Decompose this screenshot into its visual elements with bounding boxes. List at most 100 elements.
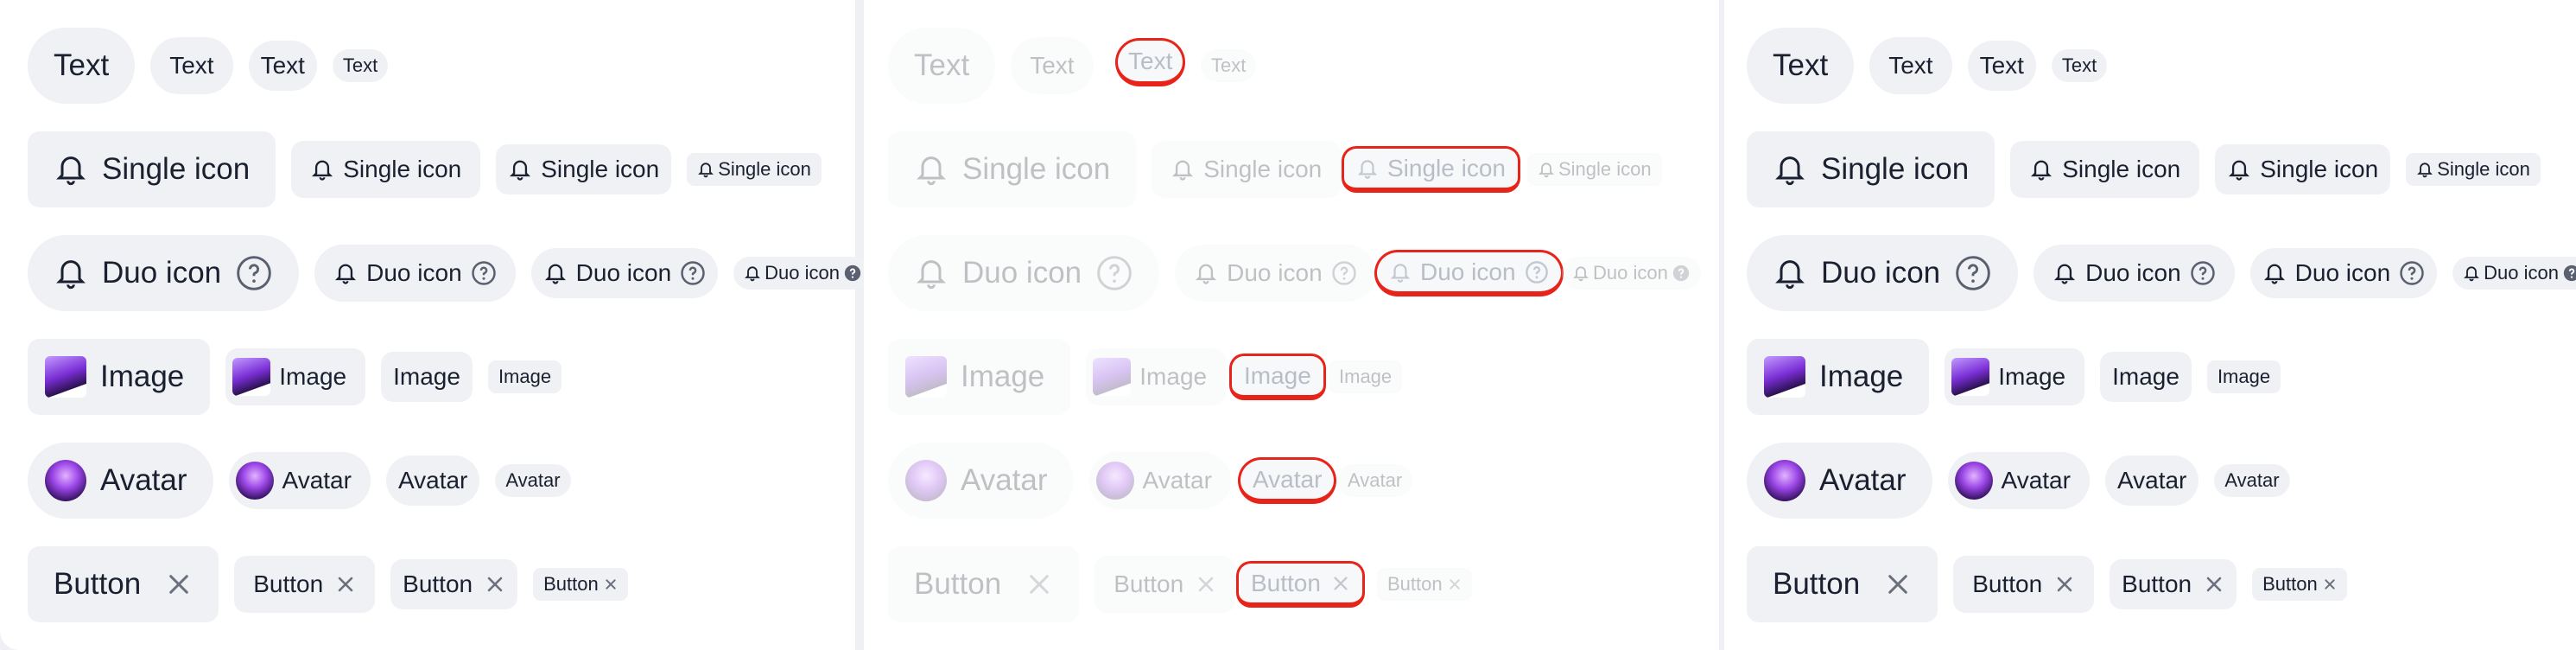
avatar-tag-s[interactable]: Avatar — [2214, 464, 2290, 497]
button-tag-xl[interactable]: Button — [1747, 546, 1938, 622]
tag-label: Duo icon — [765, 262, 841, 284]
duo-icon-tag-m-highlighted[interactable]: Duo icon — [1377, 252, 1561, 294]
button-tag-xl[interactable]: Button — [28, 546, 219, 622]
single-icon-tag-xl[interactable]: Single icon — [28, 131, 276, 207]
help-circle-icon[interactable] — [680, 260, 706, 286]
bell-icon — [2416, 160, 2433, 179]
avatar-tag-l[interactable]: Avatar — [1947, 452, 2090, 509]
help-circle-icon[interactable] — [235, 254, 273, 292]
text-tag-m[interactable]: Text — [1967, 41, 2036, 91]
text-tag-m[interactable]: Text — [248, 41, 317, 91]
duo-icon-tag-xl: Duo icon — [888, 235, 1160, 311]
help-circle-icon[interactable] — [1954, 254, 1992, 292]
tag-label: Single icon — [1821, 152, 1970, 186]
duo-icon-tag-l[interactable]: Duo icon — [314, 245, 516, 302]
avatar-tag-m[interactable]: Avatar — [2104, 456, 2199, 506]
duo-icon-tag-s[interactable]: Duo icon — [733, 257, 873, 290]
image-tag-l[interactable]: Image — [1945, 348, 2085, 405]
image-tag-m[interactable]: Image — [2100, 352, 2192, 402]
single-icon-tag-s[interactable]: Single icon — [2406, 153, 2541, 186]
tag-label: Avatar — [100, 463, 187, 497]
text-tag-m-highlighted[interactable]: Text — [1118, 41, 1183, 84]
image-tag-l[interactable]: Image — [225, 348, 366, 405]
text-tag-l[interactable]: Text — [150, 37, 233, 94]
avatar-tag-l[interactable]: Avatar — [228, 452, 371, 509]
tag-label: Duo icon — [2484, 262, 2560, 284]
single-icon-tag-l[interactable]: Single icon — [291, 141, 481, 198]
button-tag-m-highlighted[interactable]: Button — [1239, 564, 1362, 605]
avatar-tag-xl[interactable]: Avatar — [1747, 443, 1932, 519]
single-icon-tag-xl[interactable]: Single icon — [1747, 131, 1995, 207]
tag-label: Duo icon — [962, 256, 1082, 290]
tag-label: Image — [961, 360, 1045, 393]
button-tag-s[interactable]: Button — [2252, 568, 2347, 601]
button-tag-l[interactable]: Button — [234, 556, 376, 613]
button-tag-l[interactable]: Button — [1953, 556, 2095, 613]
single-icon-tag-m[interactable]: Single icon — [2215, 144, 2391, 194]
close-icon[interactable] — [604, 577, 618, 591]
single-icon-tag-l[interactable]: Single icon — [2010, 141, 2200, 198]
text-tag-xl[interactable]: Text — [28, 28, 136, 104]
tag-label: Single icon — [1387, 154, 1506, 182]
panel-default-copy: Text Text Text Text Single icon Single i… — [1724, 0, 2576, 650]
avatar-tag-m-highlighted[interactable]: Avatar — [1240, 460, 1335, 501]
text-tag-s[interactable]: Text — [2051, 49, 2108, 82]
help-circle-icon — [1331, 260, 1357, 286]
tag-label: Image — [100, 360, 185, 393]
close-icon[interactable] — [2054, 574, 2075, 595]
duo-icon-tag-s[interactable]: Duo icon — [2452, 257, 2576, 290]
image-tag-s: Image — [1329, 360, 1403, 393]
close-icon[interactable] — [2204, 574, 2224, 595]
duo-icon-tag-m[interactable]: Duo icon — [2249, 248, 2438, 298]
image-tag-xl: Image — [888, 339, 1071, 415]
close-icon[interactable] — [485, 574, 505, 595]
button-tag-m[interactable]: Button — [390, 559, 518, 609]
tag-label: Button — [1773, 567, 1861, 601]
help-circle-icon[interactable] — [2562, 264, 2576, 283]
image-tag-s[interactable]: Image — [2206, 360, 2281, 393]
avatar-tag-xl[interactable]: Avatar — [28, 443, 213, 519]
image-tag-s[interactable]: Image — [487, 360, 562, 393]
help-circle-icon[interactable] — [2399, 260, 2425, 286]
close-icon[interactable] — [1884, 570, 1912, 598]
image-tag-m[interactable]: Image — [381, 352, 473, 402]
close-icon[interactable] — [165, 570, 193, 598]
bell-icon — [508, 156, 532, 182]
help-circle-icon[interactable] — [2190, 260, 2216, 286]
close-icon[interactable] — [335, 574, 356, 595]
bell-icon — [914, 254, 949, 292]
tag-label: Duo icon — [2085, 259, 2181, 286]
tag-label: Duo icon — [1593, 262, 1668, 284]
help-circle-icon[interactable] — [1525, 260, 1549, 284]
duo-icon-tag-xl[interactable]: Duo icon — [28, 235, 300, 311]
duo-icon-tag-m[interactable]: Duo icon — [530, 248, 719, 298]
image-tag-m-highlighted[interactable]: Image — [1232, 356, 1323, 398]
text-tag-s[interactable]: Text — [332, 49, 389, 82]
duo-icon-tag-xl[interactable]: Duo icon — [1747, 235, 2019, 311]
tag-label: Duo icon — [1420, 258, 1516, 285]
duo-icon-tag-l[interactable]: Duo icon — [2034, 245, 2235, 302]
image-tag-xl[interactable]: Image — [28, 339, 211, 415]
close-icon[interactable] — [2323, 577, 2337, 591]
avatar — [905, 460, 947, 501]
help-circle-icon[interactable] — [843, 264, 862, 283]
thumbnail-image — [232, 358, 271, 396]
close-icon[interactable] — [1331, 574, 1350, 593]
image-tag-xl[interactable]: Image — [1747, 339, 1930, 415]
single-icon-tag-m[interactable]: Single icon — [496, 144, 672, 194]
bell-icon — [1538, 160, 1555, 179]
single-icon-tag-m-highlighted[interactable]: Single icon — [1344, 149, 1518, 190]
text-tag-xl[interactable]: Text — [1747, 28, 1855, 104]
single-icon-tag-s[interactable]: Single icon — [687, 153, 822, 186]
tag-label: Single icon — [343, 156, 462, 182]
tag-label: Avatar — [1142, 467, 1212, 494]
button-tag-s[interactable]: Button — [533, 568, 628, 601]
tag-label: Avatar — [961, 463, 1048, 497]
avatar-tag-s[interactable]: Avatar — [495, 464, 571, 497]
help-circle-icon[interactable] — [471, 260, 497, 286]
avatar-tag-m[interactable]: Avatar — [385, 456, 480, 506]
button-tag-m[interactable]: Button — [2110, 559, 2237, 609]
tag-label: Single icon — [2437, 158, 2530, 180]
text-tag-l[interactable]: Text — [1869, 37, 1952, 94]
tag-label: Button — [543, 573, 599, 595]
